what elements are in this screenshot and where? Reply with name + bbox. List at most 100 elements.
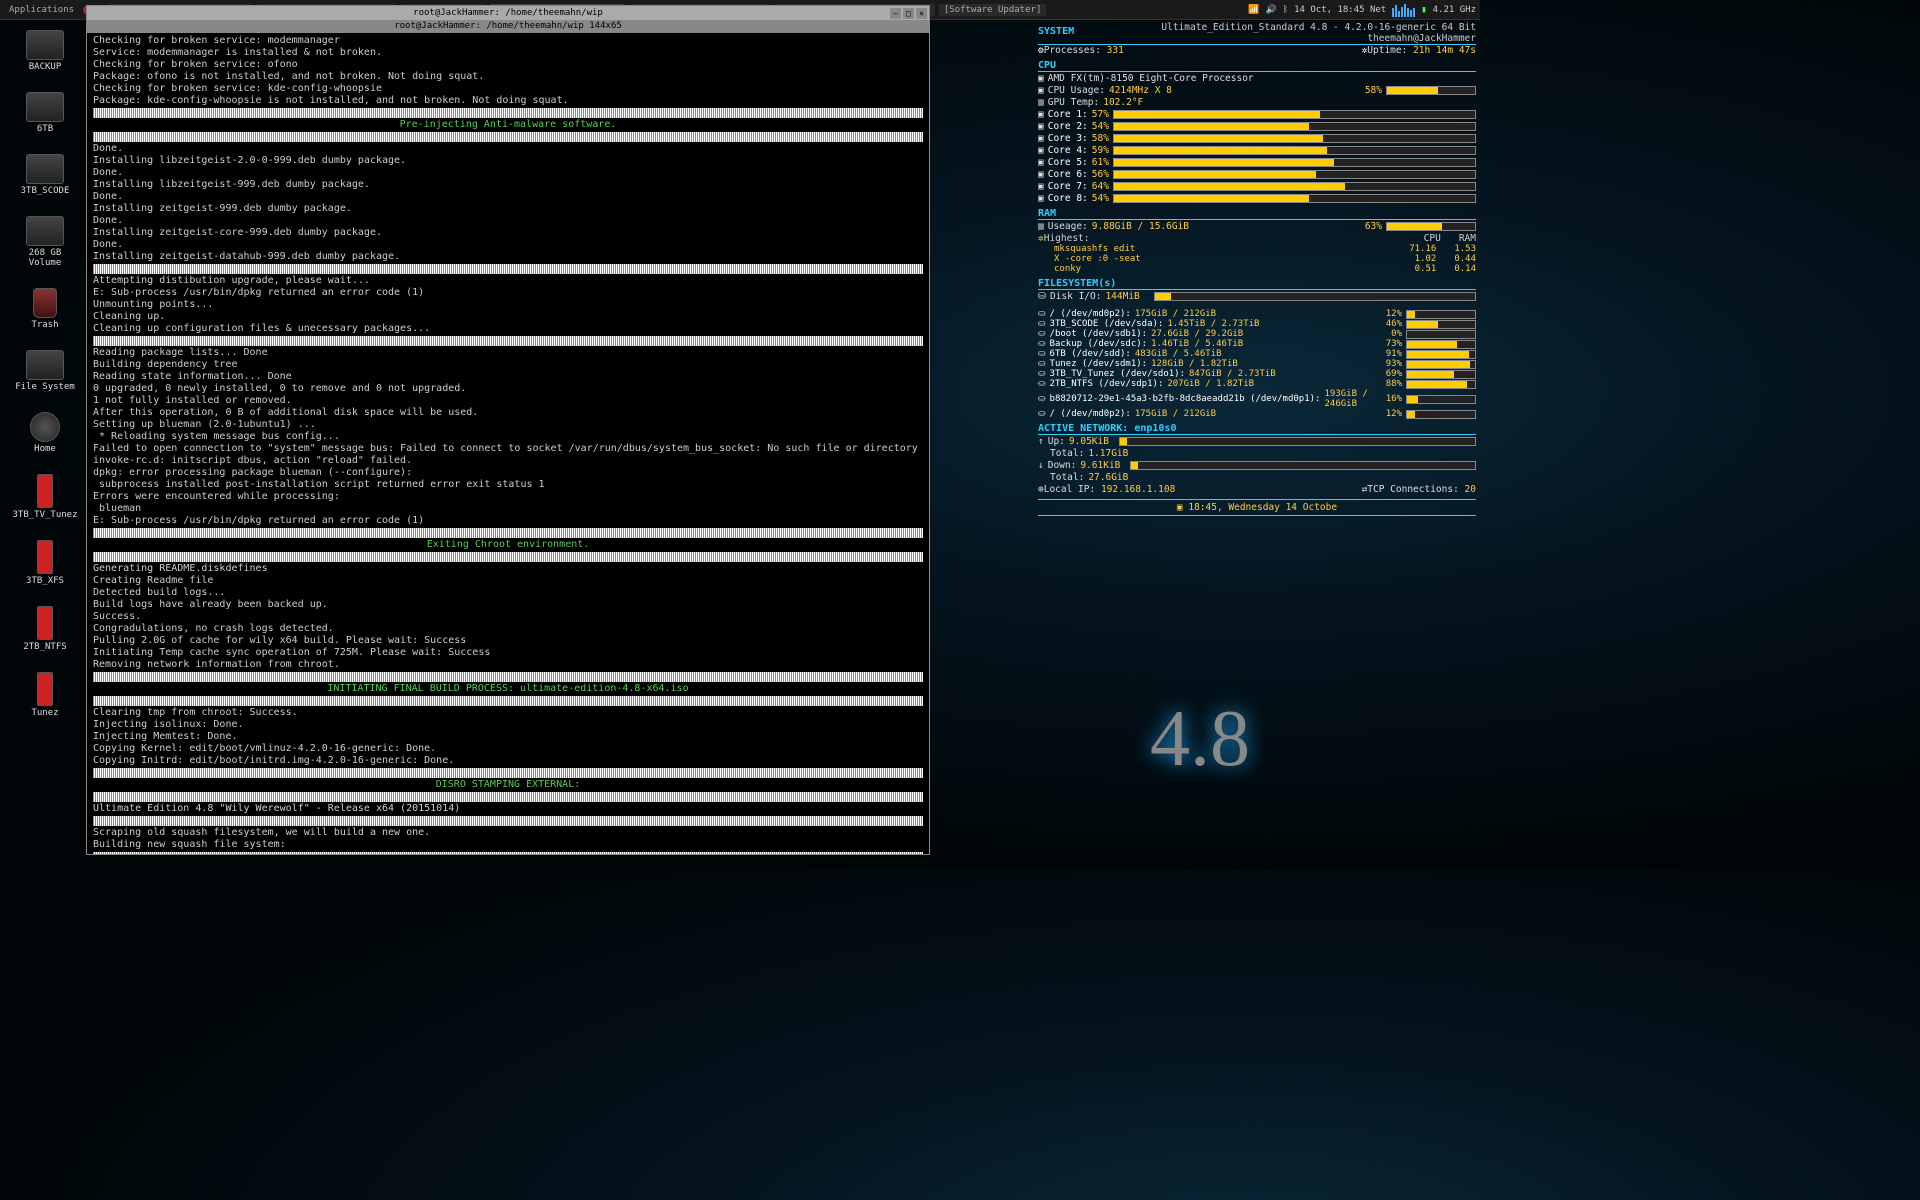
applications-menu[interactable]: Applications bbox=[4, 4, 79, 16]
terminal-line: Removing network information from chroot… bbox=[93, 659, 923, 671]
terminal-line: Done. bbox=[93, 239, 923, 251]
desktop-icon-trash[interactable]: Trash bbox=[10, 288, 80, 330]
close-button[interactable]: × bbox=[916, 8, 927, 19]
network-icon[interactable]: 📶 bbox=[1248, 5, 1259, 15]
filesystem-row: ⛀/ (/dev/md0p2): 175GiB / 212GiB12% bbox=[1038, 309, 1476, 319]
cpu-freq-label: 4.21 GHz bbox=[1433, 5, 1476, 15]
terminal-line: Creating Readme file bbox=[93, 575, 923, 587]
terminal-line: 0 upgraded, 0 newly installed, 0 to remo… bbox=[93, 383, 923, 395]
terminal-line: 1 not fully installed or removed. bbox=[93, 395, 923, 407]
ram-section-title: RAM bbox=[1038, 208, 1476, 220]
desktop-icon-label: 6TB bbox=[37, 124, 53, 134]
terminal-header: Pre-injecting Anti-malware software. bbox=[93, 119, 923, 131]
terminal-line: Done. bbox=[93, 167, 923, 179]
terminal-line: dpkg: error processing package blueman (… bbox=[93, 467, 923, 479]
cpu-monitor-icon[interactable] bbox=[1392, 3, 1415, 17]
desktop-icon-label: 3TB_XFS bbox=[26, 576, 64, 586]
core-row: ▣Core 6: 56% bbox=[1038, 169, 1476, 180]
core-row: ▣Core 7: 64% bbox=[1038, 181, 1476, 192]
filesystem-row: ⛀6TB (/dev/sdd): 483GiB / 5.46TiB91% bbox=[1038, 349, 1476, 359]
desktop-icon-backup[interactable]: BACKUP bbox=[10, 30, 80, 72]
terminal-line: Copying Initrd: edit/boot/initrd.img-4.2… bbox=[93, 755, 923, 767]
terminal-line: Reading package lists... Done bbox=[93, 347, 923, 359]
conky-clock: 18:45, Wednesday 14 Octobe bbox=[1188, 502, 1337, 513]
maximize-button[interactable]: □ bbox=[903, 8, 914, 19]
terminal-line: Done. bbox=[93, 215, 923, 227]
desktop-icon-file-system[interactable]: File System bbox=[10, 350, 80, 392]
cpu-section-title: CPU bbox=[1038, 60, 1476, 72]
terminal-header: Exiting Chroot environment. bbox=[93, 539, 923, 551]
cpu-model: AMD FX(tm)-8150 Eight-Core Processor bbox=[1048, 73, 1254, 84]
terminal-title: root@JackHammer: /home/theemahn/wip bbox=[413, 8, 603, 18]
desktop-icon-3tb_xfs[interactable]: 3TB_XFS bbox=[10, 540, 80, 586]
terminal-header: DISRO STAMPING EXTERNAL: bbox=[93, 779, 923, 791]
terminal-line: Service: modemmanager is installed & not… bbox=[93, 47, 923, 59]
drive-icon bbox=[26, 92, 64, 122]
terminal-line: E: Sub-process /usr/bin/dpkg returned an… bbox=[93, 287, 923, 299]
filesystem-row: ⛀/ (/dev/md0p2): 175GiB / 212GiB12% bbox=[1038, 409, 1476, 419]
terminal-line: blueman bbox=[93, 503, 923, 515]
terminal-line: Congradulations, no crash logs detected. bbox=[93, 623, 923, 635]
taskbar-item-6[interactable]: [Software Updater] bbox=[939, 4, 1047, 16]
terminal-line: Detected build logs... bbox=[93, 587, 923, 599]
filesystem-row: ⛀Tunez (/dev/sdm1): 128GiB / 1.82TiB93% bbox=[1038, 359, 1476, 369]
desktop-icon-tunez[interactable]: Tunez bbox=[10, 672, 80, 718]
terminal-line: Initiating Temp cache sync operation of … bbox=[93, 647, 923, 659]
desktop-icon-label: Trash bbox=[31, 320, 58, 330]
terminal-line: Installing libzeitgeist-999.deb dumby pa… bbox=[93, 179, 923, 191]
core-row: ▣Core 2: 54% bbox=[1038, 121, 1476, 132]
desktop-icon-label: Home bbox=[34, 444, 56, 454]
terminal-body[interactable]: Checking for broken service: modemmanage… bbox=[87, 33, 929, 854]
drive-icon bbox=[26, 30, 64, 60]
system-tray: 📶 🔊 ᛒ 14 Oct, 18:45 Net ▮ 4.21 GHz bbox=[1248, 3, 1476, 17]
desktop-icon-6tb[interactable]: 6TB bbox=[10, 92, 80, 134]
process-row: conky0.510.14 bbox=[1038, 264, 1476, 274]
terminal-line: Done. bbox=[93, 143, 923, 155]
terminal-line: After this operation, 0 B of additional … bbox=[93, 407, 923, 419]
desktop-icon-label: 2TB_NTFS bbox=[23, 642, 66, 652]
terminal-line: Unmounting points... bbox=[93, 299, 923, 311]
core-row: ▣Core 5: 61% bbox=[1038, 157, 1476, 168]
desktop-icon-2tb_ntfs[interactable]: 2TB_NTFS bbox=[10, 606, 80, 652]
terminal-line: Installing libzeitgeist-2.0-0-999.deb du… bbox=[93, 155, 923, 167]
terminal-titlebar[interactable]: root@JackHammer: /home/theemahn/wip – □ … bbox=[87, 6, 929, 20]
desktop-icon-label: BACKUP bbox=[29, 62, 62, 72]
volume-icon[interactable]: 🔊 bbox=[1265, 5, 1276, 15]
terminal-line: Building dependency tree bbox=[93, 359, 923, 371]
drive-icon bbox=[26, 350, 64, 380]
terminal-line: Errors were encountered while processing… bbox=[93, 491, 923, 503]
filesystem-row: ⛀/boot (/dev/sdb1): 27.6GiB / 29.2GiB0% bbox=[1038, 329, 1476, 339]
bluetooth-icon[interactable]: ᛒ bbox=[1283, 5, 1288, 15]
desktop-icon-3tb_scode[interactable]: 3TB_SCODE bbox=[10, 154, 80, 196]
desktop-icon-label: 3TB_TV_Tunez bbox=[12, 510, 77, 520]
terminal-line: Done. bbox=[93, 191, 923, 203]
desktop-icon-3tb_tv_tunez[interactable]: 3TB_TV_Tunez bbox=[10, 474, 80, 520]
terminal-header: INITIATING FINAL BUILD PROCESS: ultimate… bbox=[93, 683, 923, 695]
home-icon bbox=[30, 412, 60, 442]
core-row: ▣Core 8: 54% bbox=[1038, 193, 1476, 204]
terminal-line: * Reloading system message bus config... bbox=[93, 431, 923, 443]
minimize-button[interactable]: – bbox=[890, 8, 901, 19]
terminal-line: Pulling 2.0G of cache for wily x64 build… bbox=[93, 635, 923, 647]
desktop-icon-label: File System bbox=[15, 382, 75, 392]
os-line: Ultimate_Edition_Standard 4.8 - 4.2.0-16… bbox=[1161, 22, 1476, 33]
terminal-line: E: Sub-process /usr/bin/dpkg returned an… bbox=[93, 515, 923, 527]
terminal-line: Installing zeitgeist-datahub-999.deb dum… bbox=[93, 251, 923, 263]
terminal-line: Build logs have already been backed up. bbox=[93, 599, 923, 611]
terminal-subtitle: root@JackHammer: /home/theemahn/wip 144x… bbox=[87, 20, 929, 33]
terminal-line: Checking for broken service: modemmanage… bbox=[93, 35, 923, 47]
battery-icon[interactable]: ▮ bbox=[1421, 5, 1426, 15]
filesystem-row: ⛀b8820712-29e1-45a3-b2fb-8dc8aeadd21b (/… bbox=[1038, 389, 1476, 409]
terminal-line: subprocess installed post-installation s… bbox=[93, 479, 923, 491]
desktop-icon-268-gb-volume[interactable]: 268 GB Volume bbox=[10, 216, 80, 268]
terminal-line: Cleaning up configuration files & uneces… bbox=[93, 323, 923, 335]
usb-icon bbox=[37, 474, 53, 508]
clock-label[interactable]: 14 Oct, 18:45 Net bbox=[1294, 5, 1386, 15]
trash-icon bbox=[33, 288, 57, 318]
conky-panel: SYSTEM Ultimate_Edition_Standard 4.8 - 4… bbox=[1038, 22, 1476, 516]
terminal-line: Failed to open connection to "system" me… bbox=[93, 443, 923, 455]
desktop-icons: BACKUP 6TB 3TB_SCODE 268 GB Volume Trash File… bbox=[10, 30, 80, 718]
terminal-line: Setting up blueman (2.0-1ubuntu1) ... bbox=[93, 419, 923, 431]
terminal-line: Checking for broken service: kde-config-… bbox=[93, 83, 923, 95]
desktop-icon-home[interactable]: Home bbox=[10, 412, 80, 454]
